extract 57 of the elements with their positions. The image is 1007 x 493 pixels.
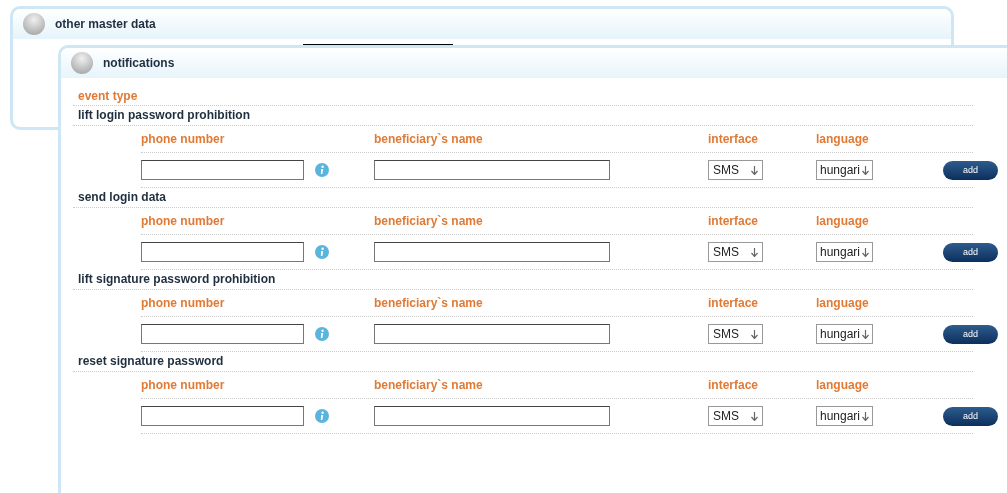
info-icon <box>315 327 329 341</box>
column-header: interface <box>708 132 760 146</box>
language-dropdown[interactable]: hungari <box>816 242 873 262</box>
column-header: language <box>816 378 870 392</box>
column-header: beneficiary`s name <box>374 378 484 392</box>
down-arrow-icon <box>862 165 869 175</box>
info-icon <box>315 409 329 423</box>
name-field[interactable] <box>374 324 610 344</box>
down-arrow-icon <box>751 329 758 339</box>
language-dropdown[interactable]: hungari <box>816 324 873 344</box>
event-type-name: lift login password prohibition <box>73 106 973 126</box>
column-header: beneficiary`s name <box>374 296 484 310</box>
column-header: interface <box>708 296 760 310</box>
column-header: language <box>816 214 870 228</box>
down-arrow-icon <box>751 165 758 175</box>
phone-number-field[interactable] <box>141 160 304 180</box>
column-header: language <box>816 132 870 146</box>
event-type-name: send login data <box>73 188 973 208</box>
down-arrow-icon <box>862 247 869 257</box>
column-header: beneficiary`s name <box>374 214 484 228</box>
column-header: phone number <box>141 132 226 146</box>
down-arrow-icon <box>862 329 869 339</box>
ball-icon <box>71 52 93 74</box>
info-icon <box>315 245 329 259</box>
name-field[interactable] <box>374 160 610 180</box>
ball-icon <box>23 13 45 35</box>
add-button[interactable]: add <box>943 242 998 262</box>
down-arrow-icon <box>862 411 869 421</box>
column-header: language <box>816 296 870 310</box>
info-icon <box>315 163 329 177</box>
add-button[interactable]: add <box>943 406 998 426</box>
language-dropdown[interactable]: hungari <box>816 160 873 180</box>
column-header: interface <box>708 378 760 392</box>
phone-number-field[interactable] <box>141 406 304 426</box>
name-field[interactable] <box>374 406 610 426</box>
column-header: interface <box>708 214 760 228</box>
interface-dropdown[interactable]: SMS <box>708 242 763 262</box>
interface-dropdown[interactable]: SMS <box>708 324 763 344</box>
interface-dropdown[interactable]: SMS <box>708 406 763 426</box>
column-header: phone number <box>141 296 226 310</box>
interface-dropdown[interactable]: SMS <box>708 160 763 180</box>
column-header: phone number <box>141 214 226 228</box>
column-header: event type <box>73 88 973 106</box>
event-type-name: reset signature password <box>73 352 973 372</box>
phone-number-field[interactable] <box>141 324 304 344</box>
event-type-name: lift signature password prohibition <box>73 270 973 290</box>
add-button[interactable]: add <box>943 324 998 344</box>
down-arrow-icon <box>751 247 758 257</box>
panel-title: other master data <box>55 17 156 31</box>
column-header: beneficiary`s name <box>374 132 484 146</box>
phone-number-field[interactable] <box>141 242 304 262</box>
panel-title: notifications <box>103 56 175 70</box>
column-header: phone number <box>141 378 226 392</box>
name-field[interactable] <box>374 242 610 262</box>
down-arrow-icon <box>751 411 758 421</box>
add-button[interactable]: add <box>943 160 998 180</box>
language-dropdown[interactable]: hungari <box>816 406 873 426</box>
